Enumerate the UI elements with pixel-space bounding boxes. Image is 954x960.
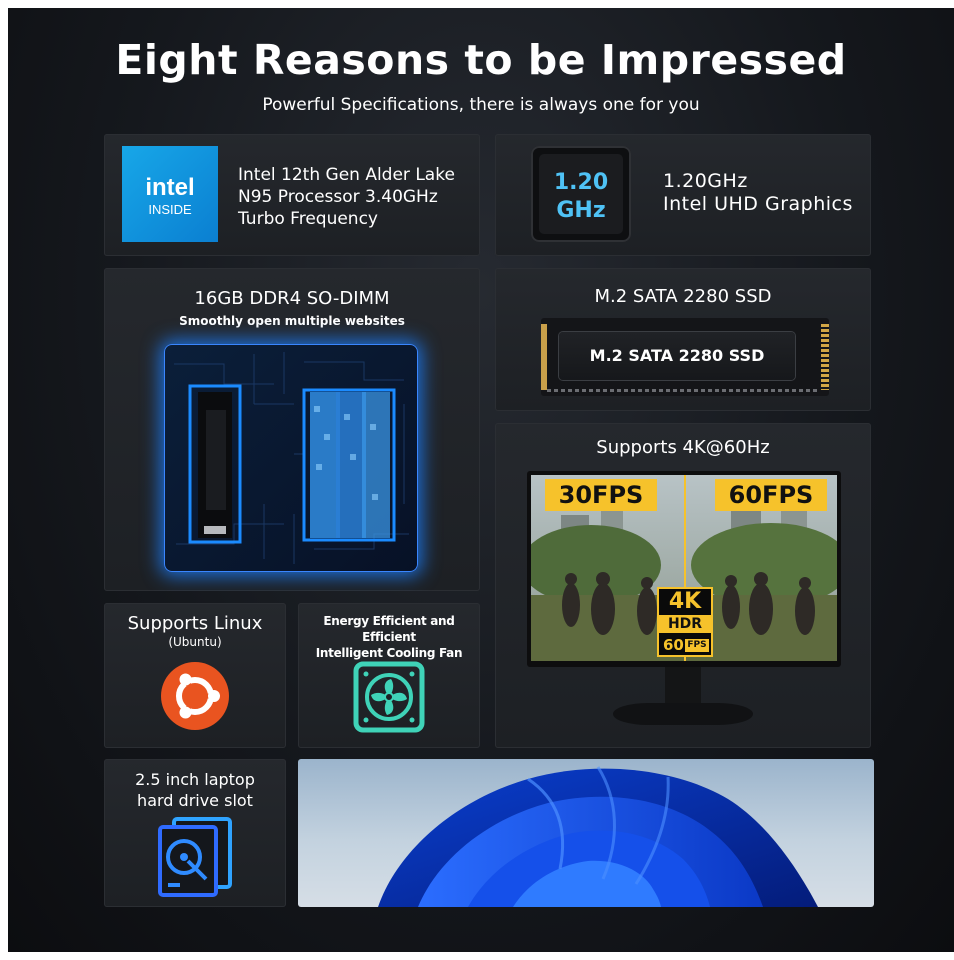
display-card: Supports 4K@60Hz 30FPS 60FPS 4K HDR 60 F…: [495, 423, 871, 748]
intel-logo-icon: intel INSIDE: [122, 146, 218, 242]
ssd-label: M.2 SATA 2280 SSD: [589, 346, 765, 365]
cpu-line: Turbo Frequency: [238, 209, 378, 229]
chip-icon: 1.20 GHz: [531, 146, 631, 242]
ssd-image: M.2 SATA 2280 SSD: [541, 318, 829, 396]
4k-hdr-badge: 4K HDR 60 FPS: [657, 587, 713, 657]
fps-label-30: 30FPS: [545, 479, 657, 511]
chip-unit: GHz: [556, 198, 606, 223]
gpu-description: 1.20GHz Intel UHD Graphics: [663, 170, 853, 216]
cooling-line: Intelligent Cooling Fan: [315, 646, 463, 660]
hdd-line: 2.5 inch laptop: [135, 770, 255, 789]
windows-bloom-image: [298, 759, 874, 907]
memory-card: 16GB DDR4 SO-DIMM Smoothly open multiple…: [104, 268, 480, 591]
gpu-card: 1.20 GHz 1.20GHz Intel UHD Graphics: [495, 134, 871, 256]
ssd-card: M.2 SATA 2280 SSD M.2 SATA 2280 SSD: [495, 268, 871, 411]
ssd-title: M.2 SATA 2280 SSD: [594, 286, 772, 307]
cpu-card: intel INSIDE Intel 12th Gen Alder Lake N…: [104, 134, 480, 256]
cooling-description: Energy Efficient and Efficient Intellige…: [298, 613, 480, 661]
gpu-line: 1.20GHz: [663, 170, 748, 192]
display-title: Supports 4K@60Hz: [596, 437, 770, 458]
memory-module-image: [164, 344, 418, 572]
badge-hdr: HDR: [659, 615, 711, 633]
cooling-card: Energy Efficient and Efficient Intellige…: [298, 603, 480, 748]
intel-logo-sub: INSIDE: [148, 202, 192, 217]
cpu-line: Intel 12th Gen Alder Lake: [238, 165, 455, 185]
memory-subtitle: Smoothly open multiple websites: [179, 314, 405, 328]
cpu-description: Intel 12th Gen Alder Lake N95 Processor …: [238, 164, 455, 230]
page-title: Eight Reasons to be Impressed: [115, 36, 847, 84]
badge-fps-unit: FPS: [685, 639, 709, 652]
hdd-card: 2.5 inch laptop hard drive slot: [104, 759, 286, 907]
monitor-image: 30FPS 60FPS 4K HDR 60 FPS: [527, 471, 841, 667]
cooling-line: Energy Efficient and Efficient: [323, 614, 455, 644]
intel-logo-word: intel: [145, 174, 195, 201]
memory-title: 16GB DDR4 SO-DIMM: [194, 288, 390, 309]
linux-subtitle: (Ubuntu): [168, 635, 222, 649]
gpu-line: Intel UHD Graphics: [663, 193, 853, 215]
ubuntu-icon: [161, 662, 229, 730]
fan-icon: [353, 661, 425, 733]
cpu-line: N95 Processor 3.40GHz: [238, 187, 438, 207]
fps-label-60: 60FPS: [715, 479, 827, 511]
hdd-line: hard drive slot: [137, 791, 253, 810]
badge-4k: 4K: [668, 589, 702, 614]
product-infographic: Eight Reasons to be Impressed Powerful S…: [8, 8, 954, 952]
linux-card: Supports Linux (Ubuntu): [104, 603, 286, 748]
linux-title: Supports Linux: [127, 613, 263, 634]
chip-frequency: 1.20: [553, 170, 609, 195]
hdd-description: 2.5 inch laptop hard drive slot: [104, 769, 286, 811]
page-subtitle: Powerful Specifications, there is always…: [262, 95, 700, 115]
hard-drive-icon: [158, 817, 232, 897]
badge-fps-value: 60: [663, 636, 684, 654]
